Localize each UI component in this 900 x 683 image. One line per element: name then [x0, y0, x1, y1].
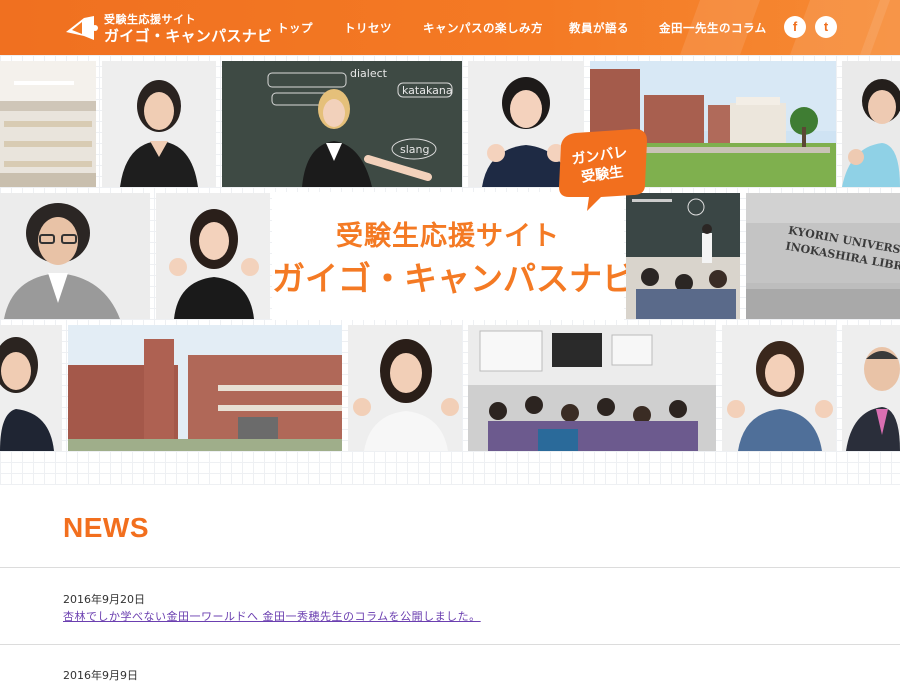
- blackboard-image: dialect katakana slang: [222, 61, 462, 187]
- photo-classroom-blackboard: [626, 193, 740, 319]
- photo-campus-gate: [68, 325, 342, 451]
- photo-student-cheer-2: [156, 193, 270, 319]
- lecture-hall-image: [468, 325, 716, 451]
- bb-word-dialect: dialect: [350, 67, 388, 80]
- hero-title-line1: 受験生応援サイト: [336, 221, 560, 252]
- site-header: 受験生応援サイト ガイゴ・キャンパスナビ トップ トリセツ キャンパスの楽しみ方…: [0, 0, 900, 55]
- photo-lecture-hall: [468, 325, 716, 451]
- student-portrait: [727, 341, 833, 451]
- bb-word-katakana: katakana: [402, 84, 453, 97]
- photo-student-cheer-3: [348, 325, 462, 451]
- twitter-icon[interactable]: t: [815, 16, 837, 38]
- news-date: 2016年9月20日: [63, 593, 145, 606]
- photo-student-cheer-4: [722, 325, 836, 451]
- hero-collage: dialect katakana slang 受験生応援サイト ガイゴ・キャンパ…: [0, 55, 900, 485]
- photo-teacher-woman-2: [0, 325, 62, 451]
- news-date: 2016年9月9日: [63, 669, 138, 682]
- student-portrait: [353, 339, 459, 451]
- teacher-portrait: [0, 337, 54, 451]
- photo-teacher-woman-1: [102, 61, 216, 187]
- teacher-portrait: [120, 80, 198, 187]
- nav-top[interactable]: トップ: [277, 20, 313, 36]
- hero-title-block: 受験生応援サイト ガイゴ・キャンパスナビ: [272, 192, 635, 320]
- photo-blackboard-lecture: dialect katakana slang: [222, 61, 462, 187]
- nav-campus[interactable]: キャンパスの楽しみ方: [423, 20, 543, 36]
- campus-gate-image: [68, 325, 342, 451]
- nav-manual[interactable]: トリセツ: [344, 20, 392, 36]
- professor-portrait: [4, 203, 120, 319]
- news-divider: [0, 644, 900, 645]
- bb-word-slang: slang: [400, 143, 429, 156]
- photo-library-sign: KYORIN UNIVERSI INOKASHIRA LIBRA: [746, 193, 900, 319]
- photo-cafeteria: [0, 61, 96, 187]
- hero-title-line2: ガイゴ・キャンパスナビ: [272, 259, 635, 298]
- nav-column[interactable]: 金田一先生のコラム: [659, 20, 767, 36]
- photo-professor-glasses: [0, 193, 150, 319]
- student-portrait: [169, 209, 259, 319]
- professor-portrait: [846, 347, 900, 451]
- cheer-badge: ガンバレ 受験生: [553, 129, 649, 211]
- classroom-image: [626, 193, 740, 319]
- facebook-icon[interactable]: f: [784, 16, 806, 38]
- site-logo[interactable]: 受験生応援サイト ガイゴ・キャンパスナビ: [64, 10, 272, 46]
- logo-title: ガイゴ・キャンパスナビ: [104, 27, 273, 45]
- photo-professor-2: [842, 325, 900, 451]
- cafeteria-image: [0, 61, 96, 187]
- nav-teachers[interactable]: 教員が語る: [569, 20, 629, 36]
- news-divider: [0, 567, 900, 568]
- logo-megaphone-icon: [66, 16, 98, 40]
- news-link[interactable]: 杏林でしか学べない金田一ワールドへ 金田一秀穂先生のコラムを公開しました。: [63, 608, 481, 624]
- student-portrait: [842, 79, 900, 187]
- photo-student-man-1: [842, 61, 900, 187]
- news-heading: NEWS: [63, 512, 149, 543]
